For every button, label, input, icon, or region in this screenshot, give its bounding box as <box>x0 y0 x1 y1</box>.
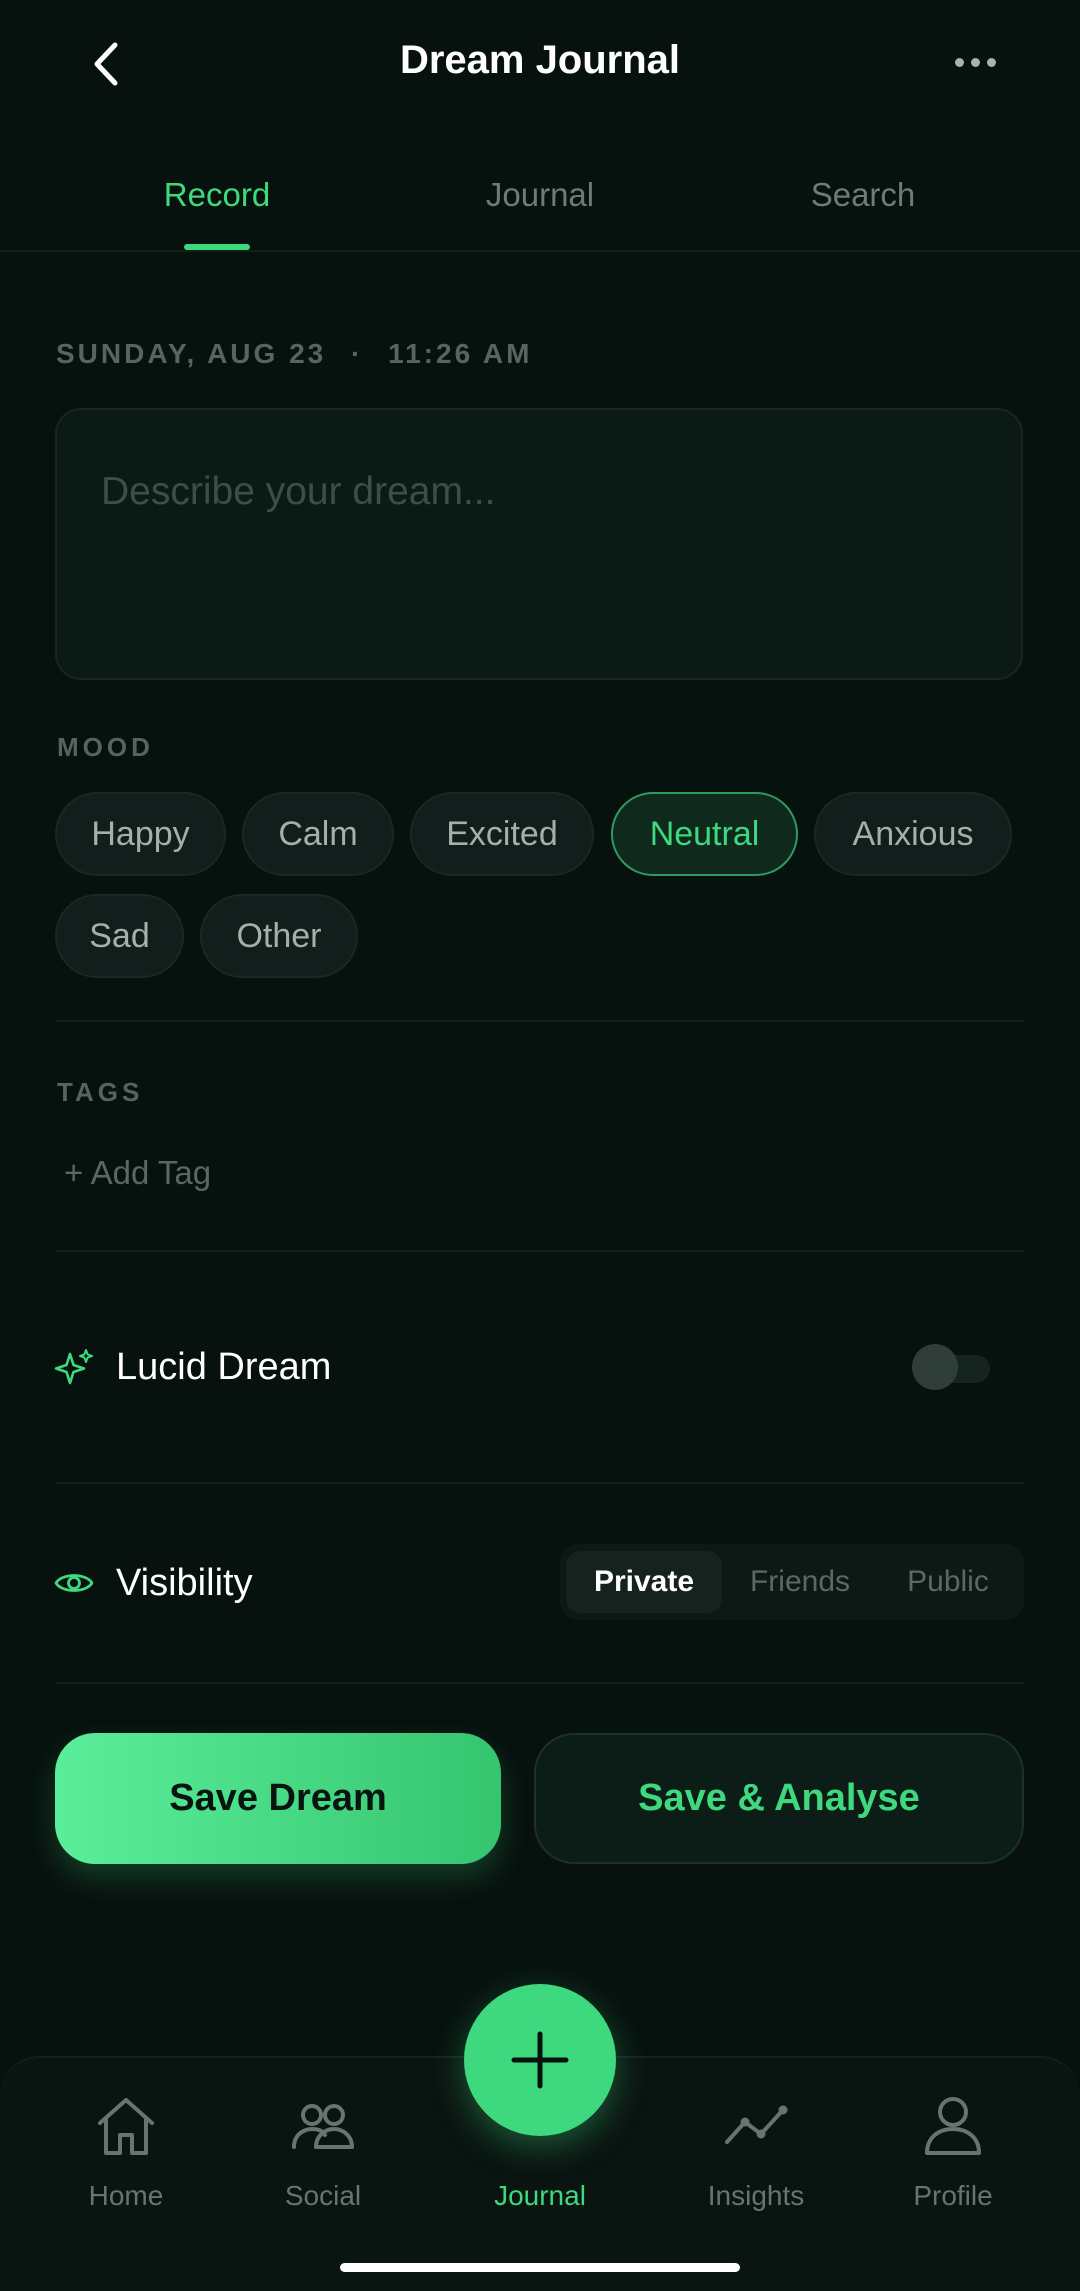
visibility-label: Visibility <box>116 1562 253 1604</box>
nav-item-journal[interactable]: Journal <box>465 2086 615 2212</box>
more-dot <box>970 57 980 67</box>
eye-icon <box>54 1568 94 1603</box>
visibility-option-public[interactable]: Public <box>878 1551 1018 1613</box>
divider <box>55 1020 1023 1022</box>
mood-chip-neutral[interactable]: Neutral <box>611 792 798 876</box>
entry-date: SUNDAY, AUG 23 <box>56 338 327 369</box>
home-indicator <box>340 2263 740 2272</box>
user-icon <box>925 2097 981 2155</box>
page-title: Dream Journal <box>399 38 681 82</box>
home-icon <box>98 2098 154 2155</box>
nav-label-social: Social <box>284 2180 362 2211</box>
divider <box>55 1682 1023 1684</box>
plus-icon <box>511 2031 569 2089</box>
nav-label-profile: Profile <box>913 2180 993 2211</box>
toggle-knob <box>912 1344 958 1390</box>
visibility-option-friends[interactable]: Friends <box>722 1551 878 1613</box>
dream-description-input[interactable] <box>55 408 1023 680</box>
entry-datetime: SUNDAY, AUG 23 · 11:26 AM <box>56 338 532 370</box>
mood-chip-happy[interactable]: Happy <box>55 792 226 876</box>
mood-label: MOOD <box>57 732 154 762</box>
entry-time: 11:26 AM <box>388 338 533 369</box>
add-tag-button[interactable]: + Add Tag <box>64 1154 211 1192</box>
tags-label: TAGS <box>57 1077 144 1107</box>
tab-search[interactable]: Search <box>763 176 963 214</box>
tab-record[interactable]: Record <box>117 176 317 214</box>
divider <box>55 1482 1023 1484</box>
people-icon <box>292 2104 354 2149</box>
visibility-option-private[interactable]: Private <box>566 1551 722 1613</box>
tab-journal[interactable]: Journal <box>440 176 640 214</box>
sparkles-icon <box>54 1348 94 1395</box>
nav-item-profile[interactable]: Profile <box>878 2086 1028 2212</box>
chart-line-icon <box>725 2105 788 2144</box>
nav-label-insights: Insights <box>707 2180 805 2211</box>
divider <box>55 1250 1023 1252</box>
nav-item-home[interactable]: Home <box>51 2086 201 2212</box>
tab-divider <box>0 250 1080 252</box>
lucid-dream-label: Lucid Dream <box>116 1346 332 1388</box>
nav-label-home: Home <box>88 2180 164 2211</box>
mood-chip-anxious[interactable]: Anxious <box>814 792 1012 876</box>
nav-item-social[interactable]: Social <box>248 2086 398 2212</box>
nav-item-insights[interactable]: Insights <box>681 2086 831 2212</box>
lucid-dream-toggle[interactable] <box>912 1342 994 1392</box>
nav-label-journal: Journal <box>494 2180 586 2211</box>
mood-chip-calm[interactable]: Calm <box>242 792 394 876</box>
more-options-button[interactable] <box>940 34 1010 90</box>
save-analyse-button[interactable]: Save & Analyse <box>534 1733 1024 1864</box>
datetime-separator: · <box>351 338 364 369</box>
mood-chip-excited[interactable]: Excited <box>410 792 594 876</box>
mood-chip-sad[interactable]: Sad <box>55 894 184 978</box>
mood-chip-other[interactable]: Other <box>200 894 358 978</box>
more-dot <box>954 57 964 67</box>
visibility-segmented-control: Private Friends Public <box>560 1544 1024 1620</box>
more-dot <box>986 57 996 67</box>
save-dream-button[interactable]: Save Dream <box>55 1733 501 1864</box>
